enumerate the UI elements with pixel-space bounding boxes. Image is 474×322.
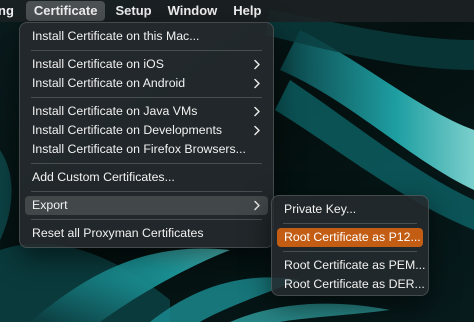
menu-item-install-android[interactable]: Install Certificate on Android [25, 74, 268, 93]
menu-item-label: Install Certificate on iOS [32, 57, 164, 71]
menu-item-label: Install Certificate on this Mac... [32, 29, 200, 43]
menu-item-install-developments[interactable]: Install Certificate on Developments [25, 121, 268, 140]
menu-item-label: Private Key... [284, 202, 357, 216]
menubar-item-certificate[interactable]: Certificate [25, 1, 106, 21]
menu-item-install-java[interactable]: Install Certificate on Java VMs [25, 102, 268, 121]
submenu-item-root-pem[interactable]: Root Certificate as PEM... [277, 256, 426, 275]
menu-separator [31, 191, 262, 192]
chevron-right-icon [254, 106, 260, 117]
menu-item-add-custom[interactable]: Add Custom Certificates... [25, 168, 268, 187]
menu-item-label: Root Certificate as DER... [284, 277, 425, 291]
submenu-item-root-der[interactable]: Root Certificate as DER... [277, 275, 425, 294]
menu-separator [31, 97, 262, 98]
menu-bar: ng Certificate Setup Window Help [0, 0, 474, 22]
submenu-item-root-p12[interactable]: Root Certificate as P12... [277, 228, 423, 247]
menu-item-label: Install Certificate on Firefox Browsers.… [32, 142, 246, 156]
menu-separator [31, 163, 262, 164]
menu-item-label: Install Certificate on Android [32, 76, 186, 90]
menu-item-install-mac[interactable]: Install Certificate on this Mac... [25, 27, 268, 46]
menu-separator [283, 223, 417, 224]
export-submenu: Private Key... Root Certificate as P12..… [271, 195, 429, 296]
menubar-item-app[interactable]: ng [0, 1, 24, 21]
menubar-item-window[interactable]: Window [160, 1, 226, 21]
menubar-item-setup[interactable]: Setup [107, 1, 159, 21]
menu-item-label: Root Certificate as PEM... [284, 258, 426, 272]
chevron-right-icon [254, 200, 260, 211]
chevron-right-icon [254, 78, 260, 89]
menu-item-label: Add Custom Certificates... [32, 170, 175, 184]
menu-separator [283, 251, 417, 252]
menu-item-label: Export [32, 198, 68, 212]
menu-item-reset-certificates[interactable]: Reset all Proxyman Certificates [25, 224, 268, 243]
menu-item-label: Reset all Proxyman Certificates [32, 226, 204, 240]
submenu-item-private-key[interactable]: Private Key... [277, 200, 423, 219]
menubar-item-help[interactable]: Help [225, 1, 269, 21]
menu-item-label: Install Certificate on Developments [32, 123, 223, 137]
menu-item-label: Root Certificate as P12... [284, 230, 421, 244]
menu-item-export[interactable]: Export [25, 196, 268, 215]
chevron-right-icon [254, 125, 260, 136]
menu-item-install-ios[interactable]: Install Certificate on iOS [25, 55, 268, 74]
chevron-right-icon [254, 59, 260, 70]
menu-separator [31, 50, 262, 51]
menu-separator [31, 219, 262, 220]
certificate-menu: Install Certificate on this Mac... Insta… [19, 22, 274, 248]
menu-item-label: Install Certificate on Java VMs [32, 104, 198, 118]
menu-item-install-firefox[interactable]: Install Certificate on Firefox Browsers.… [25, 140, 268, 159]
